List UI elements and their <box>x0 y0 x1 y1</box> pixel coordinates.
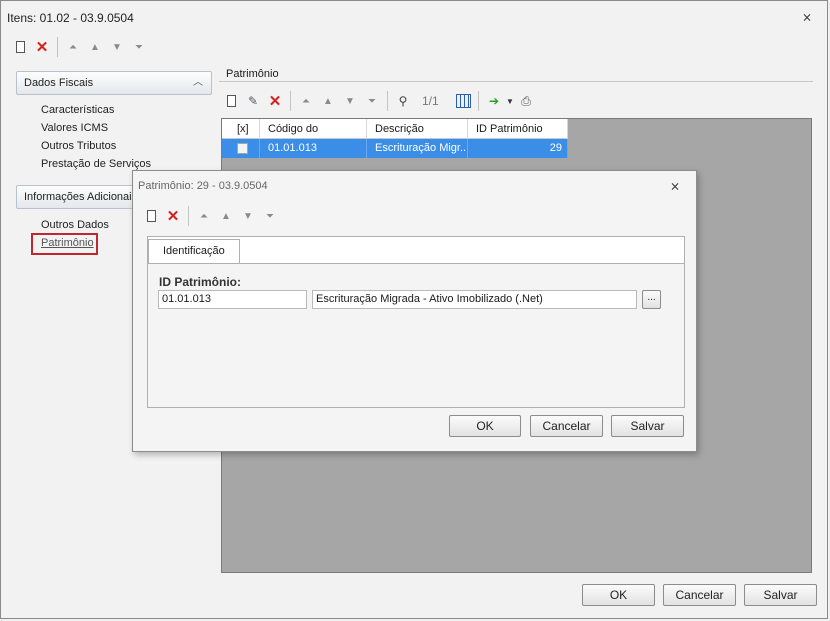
arrow-up-icon: ▲ <box>323 95 333 107</box>
panel-title-rule <box>219 81 813 82</box>
new-record-button[interactable] <box>9 37 31 57</box>
first-icon: ⏶ <box>200 210 208 222</box>
dialog-previous-button[interactable]: ▲ <box>215 206 237 226</box>
toolbar-separator <box>57 37 58 57</box>
edit-icon: ✎ <box>247 94 259 108</box>
export-arrow-icon: ➔ <box>488 94 500 108</box>
ok-button[interactable]: OK <box>582 584 655 606</box>
dialog-ok-button[interactable]: OK <box>449 415 521 437</box>
field-label-id-patrimonio: ID Patrimônio: <box>159 275 242 289</box>
dialog-next-button[interactable]: ▼ <box>237 206 259 226</box>
grid-first-button[interactable]: ⏶ <box>295 91 317 111</box>
previous-record-button[interactable]: ▲ <box>84 37 106 57</box>
column-header-codigo[interactable]: Código do <box>260 119 367 139</box>
dialog-cancel-button[interactable]: Cancelar <box>530 415 603 437</box>
delete-icon: ✕ <box>166 208 180 225</box>
toolbar-separator <box>290 91 291 111</box>
group-header-label: Informações Adicionais <box>24 191 138 203</box>
arrow-down-icon: ▼ <box>345 95 355 107</box>
tab-content: ID Patrimônio: 01.01.013 Escrituração Mi… <box>148 263 684 407</box>
grid-previous-button[interactable]: ▲ <box>317 91 339 111</box>
grid-export-button[interactable]: ➔ <box>483 91 505 111</box>
arrow-down-icon: ▼ <box>112 41 122 53</box>
dialog-title: Patrimônio: 29 - 03.9.0504 <box>138 180 268 192</box>
dialog-close-icon[interactable]: ⨯ <box>670 179 680 193</box>
sidebar-item-patrimonio[interactable]: Patrimônio <box>41 237 94 249</box>
group-header-label: Dados Fiscais <box>24 77 94 89</box>
cancel-button[interactable]: Cancelar <box>663 584 736 606</box>
arrow-down-icon: ▼ <box>243 210 253 222</box>
tab-panel: Identificação ID Patrimônio: 01.01.013 E… <box>147 236 685 408</box>
grid-print-button[interactable]: ⎙ <box>515 91 537 111</box>
printer-icon: ⎙ <box>521 93 531 108</box>
grid-search-button[interactable]: ⚲ <box>392 91 414 111</box>
dropdown-arrow-icon: ▼ <box>506 96 514 106</box>
group-header-dados-fiscais[interactable]: Dados Fiscais ︿ <box>16 71 212 95</box>
delete-icon: ✕ <box>268 93 282 110</box>
main-toolbar: ✕ ⏶ ▲ ▼ ⏷ <box>9 37 150 57</box>
dialog-save-button[interactable]: Salvar <box>611 415 684 437</box>
toolbar-separator <box>387 91 388 111</box>
grid-last-button[interactable]: ⏷ <box>361 91 383 111</box>
window-title: Itens: 01.02 - 03.9.0504 <box>7 11 134 25</box>
table-row-descricao[interactable]: Escrituração Migr... <box>367 139 468 158</box>
delete-icon: ✕ <box>35 39 49 56</box>
save-button[interactable]: Salvar <box>744 584 817 606</box>
column-header-id-patrimonio[interactable]: ID Patrimônio <box>468 119 568 139</box>
dialog-toolbar: ✕ ⏶ ▲ ▼ ⏷ <box>140 206 281 226</box>
column-header-check[interactable]: [x] <box>222 119 260 139</box>
next-record-button[interactable]: ▼ <box>106 37 128 57</box>
grid-new-button[interactable] <box>220 91 242 111</box>
window-close-icon[interactable]: ⨯ <box>802 10 812 24</box>
dialog-last-button[interactable]: ⏷ <box>259 206 281 226</box>
sidebar-item-outros-tributos[interactable]: Outros Tributos <box>41 140 116 152</box>
collapse-chevron-icon[interactable]: ︿ <box>193 72 203 94</box>
grid-columns-button[interactable] <box>452 91 474 111</box>
first-record-button[interactable]: ⏶ <box>62 37 84 57</box>
dialog-first-button[interactable]: ⏶ <box>193 206 215 226</box>
last-icon: ⏷ <box>368 95 376 107</box>
sidebar-item-outros-dados[interactable]: Outros Dados <box>41 219 109 231</box>
binoculars-icon: ⚲ <box>398 94 408 108</box>
tab-identificacao[interactable]: Identificação <box>148 239 240 263</box>
row-checkbox[interactable] <box>237 143 248 154</box>
grid-toolbar: ✎ ✕ ⏶ ▲ ▼ ⏷ ⚲ 1/1 ➔ ▼ ⎙ <box>220 91 537 111</box>
record-counter: 1/1 <box>422 94 439 108</box>
new-document-icon <box>15 41 25 53</box>
lookup-button[interactable]: ... <box>642 290 661 309</box>
toolbar-separator <box>478 91 479 111</box>
last-icon: ⏷ <box>135 41 143 53</box>
patrimonio-dialog: Patrimônio: 29 - 03.9.0504 ⨯ ✕ ⏶ ▲ ▼ ⏷ I… <box>132 170 697 452</box>
grid-delete-button[interactable]: ✕ <box>264 91 286 111</box>
table-row-codigo[interactable]: 01.01.013 <box>260 139 367 158</box>
first-icon: ⏶ <box>302 95 310 107</box>
sidebar-item-valores-icms[interactable]: Valores ICMS <box>41 122 108 134</box>
dialog-delete-button[interactable]: ✕ <box>162 206 184 226</box>
arrow-up-icon: ▲ <box>90 41 100 53</box>
new-document-icon <box>146 210 156 222</box>
last-record-button[interactable]: ⏷ <box>128 37 150 57</box>
table-row-id-patrimonio[interactable]: 29 <box>468 139 568 158</box>
description-field: Escrituração Migrada - Ativo Imobilizado… <box>312 290 637 309</box>
table-row-checkbox-cell[interactable] <box>222 139 260 158</box>
grid-next-button[interactable]: ▼ <box>339 91 361 111</box>
first-icon: ⏶ <box>69 41 77 53</box>
column-header-descricao[interactable]: Descrição <box>367 119 468 139</box>
delete-record-button[interactable]: ✕ <box>31 37 53 57</box>
sidebar-item-caracteristicas[interactable]: Características <box>41 104 114 116</box>
toolbar-separator <box>188 206 189 226</box>
new-document-icon <box>226 95 236 107</box>
last-icon: ⏷ <box>266 210 274 222</box>
export-dropdown-button[interactable]: ▼ <box>505 91 515 111</box>
arrow-up-icon: ▲ <box>221 210 231 222</box>
dialog-new-button[interactable] <box>140 206 162 226</box>
grid-edit-button[interactable]: ✎ <box>242 91 264 111</box>
grid-columns-icon <box>455 94 471 108</box>
id-patrimonio-input[interactable]: 01.01.013 <box>158 290 307 309</box>
panel-title: Patrimônio <box>226 68 279 80</box>
sidebar-item-prestacao-servicos[interactable]: Prestação de Serviços <box>41 158 151 170</box>
